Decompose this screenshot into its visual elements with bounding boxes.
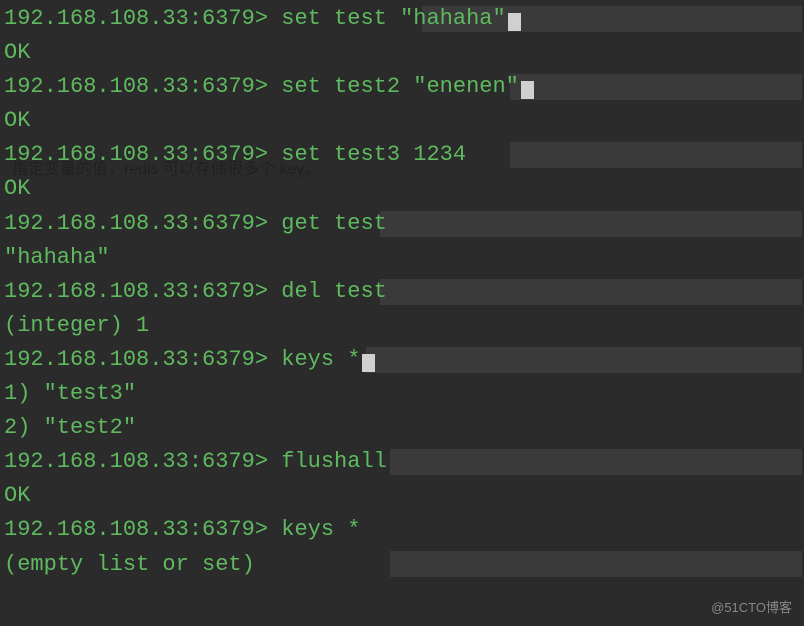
cursor-icon	[362, 354, 375, 372]
output-line: 1) "test3"	[4, 377, 800, 411]
prompt: 192.168.108.33:6379>	[4, 211, 281, 236]
command-line: 192.168.108.33:6379> keys *	[4, 513, 800, 547]
command-text: del test	[281, 279, 387, 304]
command-text: keys *	[281, 517, 360, 542]
output-line: OK	[4, 104, 800, 138]
prompt: 192.168.108.33:6379>	[4, 347, 281, 372]
prompt: 192.168.108.33:6379>	[4, 449, 281, 474]
output-line: (empty list or set)	[4, 548, 800, 582]
command-line: 192.168.108.33:6379> del test	[4, 275, 800, 309]
command-line: 192.168.108.33:6379> flushall	[4, 445, 800, 479]
command-text: set test "hahaha"	[281, 6, 505, 31]
cursor-icon	[508, 13, 521, 31]
command-text: keys *	[281, 347, 360, 372]
output-text: 2) "test2"	[4, 415, 136, 440]
background-annotation: 指定变量的值，redis 可以存储很多个 key。	[12, 158, 320, 183]
output-line: "hahaha"	[4, 241, 800, 275]
output-text: (empty list or set)	[4, 552, 255, 577]
output-line: OK	[4, 479, 800, 513]
output-text: (integer) 1	[4, 313, 149, 338]
command-text: flushall	[281, 449, 387, 474]
cursor-icon	[521, 81, 534, 99]
prompt: 192.168.108.33:6379>	[4, 74, 281, 99]
command-line: 192.168.108.33:6379> get test	[4, 207, 800, 241]
command-line: 192.168.108.33:6379> set test "hahaha"	[4, 2, 800, 36]
output-text: OK	[4, 108, 30, 133]
command-text: get test	[281, 211, 387, 236]
watermark: @51CTO博客	[711, 598, 792, 618]
prompt: 192.168.108.33:6379>	[4, 6, 281, 31]
output-line: (integer) 1	[4, 309, 800, 343]
prompt: 192.168.108.33:6379>	[4, 279, 281, 304]
output-text: "hahaha"	[4, 245, 110, 270]
prompt: 192.168.108.33:6379>	[4, 517, 281, 542]
output-text: OK	[4, 483, 30, 508]
output-line: OK	[4, 36, 800, 70]
command-line: 192.168.108.33:6379> set test2 "enenen"	[4, 70, 800, 104]
command-text: set test2 "enenen"	[281, 74, 519, 99]
terminal-output[interactable]: 192.168.108.33:6379> set test "hahaha" OK…	[4, 2, 800, 582]
output-text: 1) "test3"	[4, 381, 136, 406]
command-line: 192.168.108.33:6379> keys *	[4, 343, 800, 377]
output-line: 2) "test2"	[4, 411, 800, 445]
output-text: OK	[4, 40, 30, 65]
